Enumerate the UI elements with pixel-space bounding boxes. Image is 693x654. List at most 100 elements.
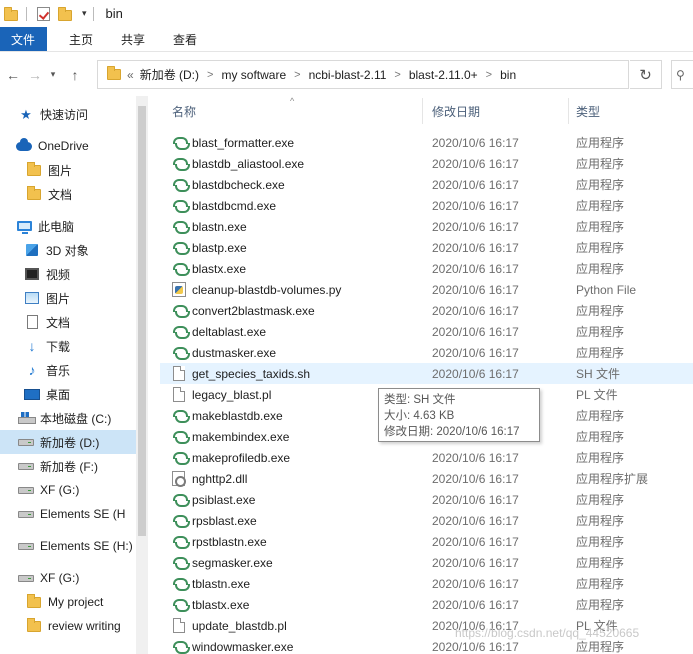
search-box[interactable]: ⚲: [671, 60, 693, 89]
forward-arrow-icon[interactable]: →: [24, 62, 46, 88]
up-arrow-icon[interactable]: ↑: [64, 62, 86, 88]
file-type: 应用程序: [576, 136, 625, 150]
executable-icon: [172, 135, 190, 150]
address-bar[interactable]: « 新加卷 (D:) > my software > ncbi-blast-2.…: [97, 60, 629, 89]
table-row[interactable]: blastn.exe 2020/10/6 16:17 应用程序: [160, 216, 693, 237]
refresh-icon[interactable]: ↻: [630, 60, 662, 89]
new-folder-icon[interactable]: [58, 6, 74, 21]
table-row[interactable]: psiblast.exe 2020/10/6 16:17 应用程序: [160, 489, 693, 510]
crumb-chevron-icon[interactable]: >: [486, 69, 492, 81]
column-divider[interactable]: [568, 98, 569, 124]
tab-share[interactable]: 共享: [107, 27, 159, 51]
file-type: 应用程序: [576, 220, 625, 234]
sidebar-item[interactable]: 3D 对象: [0, 238, 136, 262]
sidebar-item[interactable]: 此电脑: [0, 214, 136, 238]
sidebar-item[interactable]: My project: [0, 590, 136, 614]
tooltip-date: 修改日期: 2020/10/6 16:17: [384, 426, 520, 438]
file-type: SH 文件: [576, 367, 621, 381]
sidebar-item[interactable]: 视频: [0, 262, 136, 286]
crumb-my-software[interactable]: my software: [221, 68, 286, 82]
sidebar-item-label: 桌面: [46, 387, 71, 402]
sidebar-item[interactable]: 新加卷 (F:): [0, 454, 136, 478]
sidebar-item[interactable]: ↓ 下载: [0, 334, 136, 358]
crumb-bin[interactable]: bin: [500, 68, 516, 82]
sidebar-item[interactable]: 图片: [0, 286, 136, 310]
crumb-blast-version[interactable]: blast-2.11.0+: [409, 68, 478, 82]
sidebar-item[interactable]: XF (G:): [0, 566, 136, 590]
table-row[interactable]: blastdbcmd.exe 2020/10/6 16:17 应用程序: [160, 195, 693, 216]
navigation-scrollbar[interactable]: [136, 96, 148, 654]
table-row[interactable]: dustmasker.exe 2020/10/6 16:17 应用程序: [160, 342, 693, 363]
file-date: 2020/10/6 16:17: [432, 597, 519, 612]
crumb-ncbi-blast[interactable]: ncbi-blast-2.11: [309, 68, 387, 82]
executable-icon: [172, 534, 190, 549]
sort-ascending-icon: ^: [290, 96, 295, 106]
crumb-chevron-icon[interactable]: >: [207, 69, 213, 81]
overflow-crumb-icon[interactable]: «: [127, 68, 134, 82]
tab-file[interactable]: 文件: [0, 27, 48, 51]
sidebar-item[interactable]: 图片: [0, 158, 136, 182]
file-type: 应用程序: [576, 556, 625, 570]
sidebar-item[interactable]: 文档: [0, 182, 136, 206]
file-type: 应用程序: [576, 178, 625, 192]
back-arrow-icon[interactable]: ←: [2, 62, 24, 88]
table-row[interactable]: blastdbcheck.exe 2020/10/6 16:17 应用程序: [160, 174, 693, 195]
sidebar-item[interactable]: Elements SE (H:): [0, 534, 136, 558]
column-header-name[interactable]: 名称: [172, 96, 196, 126]
crumb-drive-d[interactable]: 新加卷 (D:): [140, 66, 199, 83]
table-row[interactable]: rpstblastn.exe 2020/10/6 16:17 应用程序: [160, 531, 693, 552]
file-date: 2020/10/6 16:17: [432, 345, 519, 360]
sidebar-item[interactable]: XF (G:): [0, 478, 136, 502]
table-row[interactable]: tblastn.exe 2020/10/6 16:17 应用程序: [160, 573, 693, 594]
crumb-chevron-icon[interactable]: >: [394, 69, 400, 81]
column-header-date[interactable]: 修改日期: [432, 96, 480, 126]
table-row[interactable]: blast_formatter.exe 2020/10/6 16:17 应用程序: [160, 132, 693, 153]
table-row[interactable]: blastx.exe 2020/10/6 16:17 应用程序: [160, 258, 693, 279]
sidebar-item-label: 新加卷 (D:): [40, 435, 100, 450]
file-name: nghttp2.dll: [192, 471, 248, 486]
sidebar-item[interactable]: OneDrive: [0, 134, 136, 158]
sidebar-item[interactable]: 本地磁盘 (C:): [0, 406, 136, 430]
chevron-down-icon[interactable]: ▾: [46, 62, 60, 88]
table-row[interactable]: segmasker.exe 2020/10/6 16:17 应用程序: [160, 552, 693, 573]
sidebar-item[interactable]: ★ 快速访问: [0, 102, 136, 126]
properties-icon[interactable]: [37, 6, 50, 21]
sidebar-item[interactable]: 新加卷 (D:): [0, 430, 136, 454]
table-row[interactable]: rpsblast.exe 2020/10/6 16:17 应用程序: [160, 510, 693, 531]
dll-file-icon: [172, 471, 187, 487]
sidebar-item-label: Elements SE (H: [40, 507, 126, 521]
table-row[interactable]: blastp.exe 2020/10/6 16:17 应用程序: [160, 237, 693, 258]
column-divider[interactable]: [422, 98, 423, 124]
crumb-chevron-icon[interactable]: >: [294, 69, 300, 81]
tab-view[interactable]: 查看: [159, 27, 211, 51]
table-row[interactable]: nghttp2.dll 2020/10/6 16:17 应用程序扩展: [160, 468, 693, 489]
customize-toolbar-chevron-icon[interactable]: ▾: [82, 8, 87, 19]
tab-home[interactable]: 主页: [55, 27, 107, 51]
table-row[interactable]: deltablast.exe 2020/10/6 16:17 应用程序: [160, 321, 693, 342]
drive-icon: [18, 483, 34, 497]
table-row[interactable]: tblastx.exe 2020/10/6 16:17 应用程序: [160, 594, 693, 615]
table-row[interactable]: blastdb_aliastool.exe 2020/10/6 16:17 应用程序: [160, 153, 693, 174]
navigation-scrollbar-thumb[interactable]: [138, 106, 146, 536]
drive-icon: [18, 435, 34, 449]
sidebar-item[interactable]: Elements SE (H: [0, 502, 136, 526]
executable-icon: [172, 345, 190, 360]
sidebar-item[interactable]: ♪ 音乐: [0, 358, 136, 382]
file-type: 应用程序: [576, 241, 625, 255]
column-header-type[interactable]: 类型: [576, 96, 600, 126]
table-row[interactable]: convert2blastmask.exe 2020/10/6 16:17 应用程序: [160, 300, 693, 321]
file-date: 2020/10/6 16:17: [432, 240, 519, 255]
file-type: 应用程序: [576, 598, 625, 612]
sidebar-item[interactable]: 文档: [0, 310, 136, 334]
table-row[interactable]: makeprofiledb.exe 2020/10/6 16:17 应用程序: [160, 447, 693, 468]
sidebar-item-label: 快速访问: [40, 107, 89, 122]
file-type: 应用程序: [576, 577, 625, 591]
file-name: legacy_blast.pl: [192, 387, 272, 402]
file-name: dustmasker.exe: [192, 345, 277, 360]
sidebar-item[interactable]: review writing: [0, 614, 136, 638]
table-row[interactable]: get_species_taxids.sh 2020/10/6 16:17 SH 文…: [160, 363, 693, 384]
sidebar-item[interactable]: 桌面: [0, 382, 136, 406]
table-row[interactable]: cleanup-blastdb-volumes.py 2020/10/6 16:1…: [160, 279, 693, 300]
file-date: 2020/10/6 16:17: [432, 534, 519, 549]
file-date: 2020/10/6 16:17: [432, 450, 519, 465]
